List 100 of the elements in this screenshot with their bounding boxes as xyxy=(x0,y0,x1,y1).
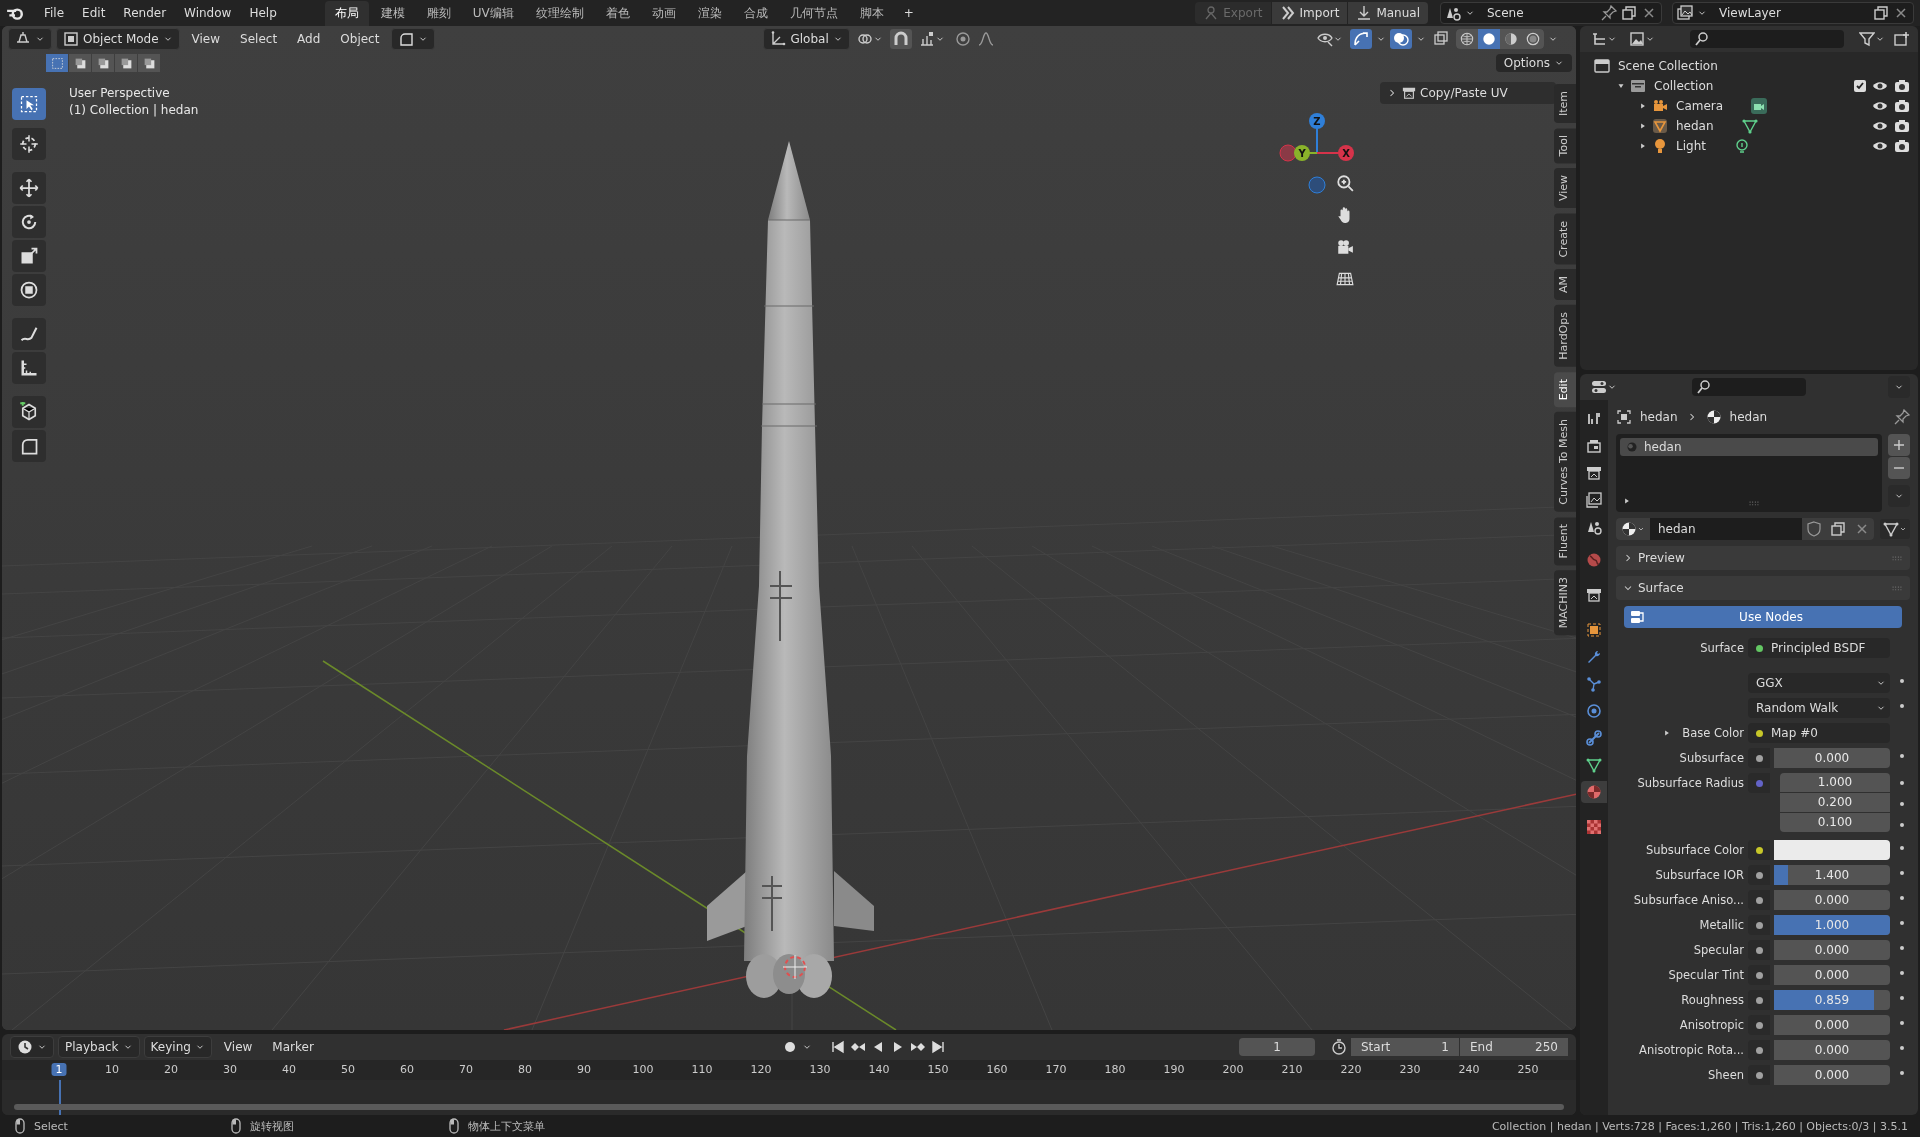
sidebar-tab[interactable]: Create xyxy=(1554,213,1576,265)
vector-field[interactable]: 0.200 xyxy=(1780,793,1890,812)
frame-number: 90 xyxy=(576,1063,593,1076)
frame-number: 10 xyxy=(104,1063,121,1076)
sidebar-tab[interactable]: Edit xyxy=(1554,371,1576,408)
property-label: Subsurface Radius xyxy=(1637,775,1744,792)
value-slider[interactable]: 0.000 xyxy=(1774,965,1890,985)
viewport-info: User Perspective xyxy=(69,86,171,100)
outliner-row[interactable]: hedan xyxy=(1580,116,1918,136)
current-frame-field[interactable]: 1 xyxy=(1239,1038,1315,1056)
value-slider[interactable]: 0.000 xyxy=(1774,1065,1890,1085)
mode-dropdown[interactable]: Object Mode xyxy=(56,28,180,50)
status-hint: 物体上下文菜单 xyxy=(468,1118,545,1134)
navigation-gizmo[interactable]: Z Y X xyxy=(1279,113,1354,194)
property-label: Surface xyxy=(1700,640,1744,657)
workspace-tab[interactable]: 动画 xyxy=(641,0,686,26)
menu-item[interactable]: View xyxy=(183,29,229,49)
sidebar-tab[interactable]: HardOps xyxy=(1554,305,1576,367)
sidebar-tab[interactable]: AM xyxy=(1554,269,1576,301)
vector-field[interactable]: 1.000 xyxy=(1780,773,1890,792)
workspace-tab[interactable]: UV编辑 xyxy=(462,0,524,26)
dropdown-field[interactable]: GGX xyxy=(1748,673,1890,693)
menu-item[interactable]: Object xyxy=(332,29,388,49)
add-workspace-button[interactable]: + xyxy=(895,3,922,23)
options-dropdown[interactable]: Options xyxy=(1495,54,1572,72)
property-label: Metallic xyxy=(1699,917,1744,934)
frame-number: 60 xyxy=(399,1063,416,1076)
frame-number: 160 xyxy=(985,1063,1009,1076)
sidebar-tab[interactable]: Fluent xyxy=(1554,516,1576,566)
frame-number: 1 xyxy=(51,1063,67,1076)
workspace-tab[interactable]: 纹理绘制 xyxy=(525,0,594,26)
menu-item[interactable]: Window xyxy=(176,3,240,23)
property-label: Anisotropic Rota... xyxy=(1639,1042,1744,1059)
material-slot[interactable]: hedan xyxy=(1620,438,1878,456)
menu-item[interactable]: Select xyxy=(232,29,286,49)
menu-item[interactable]: Help xyxy=(241,3,285,23)
workspace-tab[interactable]: 建模 xyxy=(370,0,415,26)
link-field[interactable]: Map #0 xyxy=(1748,723,1890,743)
sidebar-tab[interactable]: Curves To Mesh xyxy=(1554,412,1576,512)
use-nodes-button[interactable]: Use Nodes xyxy=(1624,606,1902,628)
menu-item[interactable]: Render xyxy=(115,3,175,23)
value-slider[interactable]: 0.000 xyxy=(1774,940,1890,960)
property-label: Anisotropic xyxy=(1679,1017,1744,1034)
value-slider[interactable]: 0.000 xyxy=(1774,1040,1890,1060)
dropdown-field[interactable]: Random Walk xyxy=(1748,698,1890,718)
property-label: Roughness xyxy=(1681,992,1744,1009)
outliner-row[interactable]: Scene Collection xyxy=(1580,56,1918,76)
frame-number: 210 xyxy=(1280,1063,1304,1076)
sidebar-tab[interactable]: View xyxy=(1554,168,1576,209)
workspace-tab[interactable]: 布局 xyxy=(324,0,369,26)
toolbar-button[interactable]: Import xyxy=(1271,2,1348,24)
view-layer-selector[interactable]: ViewLayer xyxy=(1672,2,1914,24)
value-slider[interactable]: 0.000 xyxy=(1774,1015,1890,1035)
frame-number: 200 xyxy=(1221,1063,1245,1076)
panel-header[interactable]: Copy/Paste UV xyxy=(1380,82,1556,104)
outliner-row[interactable]: Camera xyxy=(1580,96,1918,116)
workspace-tab[interactable]: 着色 xyxy=(595,0,640,26)
frame-number: 100 xyxy=(631,1063,655,1076)
panel-header[interactable]: Surface xyxy=(1616,576,1910,600)
material-field[interactable]: hedan xyxy=(1616,518,1874,540)
menu-item[interactable]: Edit xyxy=(74,3,114,23)
value-slider[interactable]: 1.400 xyxy=(1774,865,1890,885)
end-frame-field[interactable]: End 250 xyxy=(1460,1038,1568,1056)
sidebar-tab[interactable]: Item xyxy=(1554,84,1576,124)
scene-selector[interactable]: Scene xyxy=(1440,2,1662,24)
link-field[interactable]: Principled BSDF xyxy=(1748,638,1890,658)
menu-dropdown[interactable]: Playback xyxy=(58,1036,140,1058)
frame-number: 170 xyxy=(1044,1063,1068,1076)
outliner-row[interactable]: Collection xyxy=(1580,76,1918,96)
menu-dropdown[interactable]: Keying xyxy=(143,1036,212,1058)
frame-number: 230 xyxy=(1398,1063,1422,1076)
toolbar-button[interactable]: Manual xyxy=(1348,2,1428,24)
property-label: Base Color xyxy=(1682,725,1744,742)
outliner-row[interactable]: Light xyxy=(1580,136,1918,156)
workspace-tab[interactable]: 几何节点 xyxy=(779,0,848,26)
start-frame-field[interactable]: Start 1 xyxy=(1351,1038,1459,1056)
value-slider[interactable]: 1.000 xyxy=(1774,915,1890,935)
menu-item[interactable]: Marker xyxy=(264,1037,322,1057)
orientation-dropdown[interactable]: Global xyxy=(763,28,850,50)
value-slider[interactable]: 0.000 xyxy=(1774,890,1890,910)
outliner-label: Light xyxy=(1676,139,1706,153)
frame-number: 240 xyxy=(1457,1063,1481,1076)
panel-header[interactable]: Preview xyxy=(1616,546,1910,570)
workspace-tab[interactable]: 脚本 xyxy=(849,0,894,26)
sidebar-tab[interactable]: MACHIN3 xyxy=(1554,570,1576,636)
sidebar-tab[interactable]: Tool xyxy=(1554,128,1576,164)
frame-number: 40 xyxy=(281,1063,298,1076)
vector-field[interactable]: 0.100 xyxy=(1780,813,1890,832)
frame-number: 140 xyxy=(867,1063,891,1076)
value-slider[interactable]: 0.000 xyxy=(1774,748,1890,768)
menu-item[interactable]: Add xyxy=(289,29,329,49)
outliner-label: Collection xyxy=(1654,79,1714,93)
workspace-tab[interactable]: 雕刻 xyxy=(416,0,461,26)
status-hint: Select xyxy=(34,1119,68,1133)
menu-item[interactable]: View xyxy=(215,1037,261,1057)
menu-item[interactable]: File xyxy=(36,3,73,23)
workspace-tab[interactable]: 渲染 xyxy=(687,0,732,26)
value-slider[interactable]: 0.859 xyxy=(1774,990,1890,1010)
frame-number: 30 xyxy=(222,1063,239,1076)
workspace-tab[interactable]: 合成 xyxy=(733,0,778,26)
